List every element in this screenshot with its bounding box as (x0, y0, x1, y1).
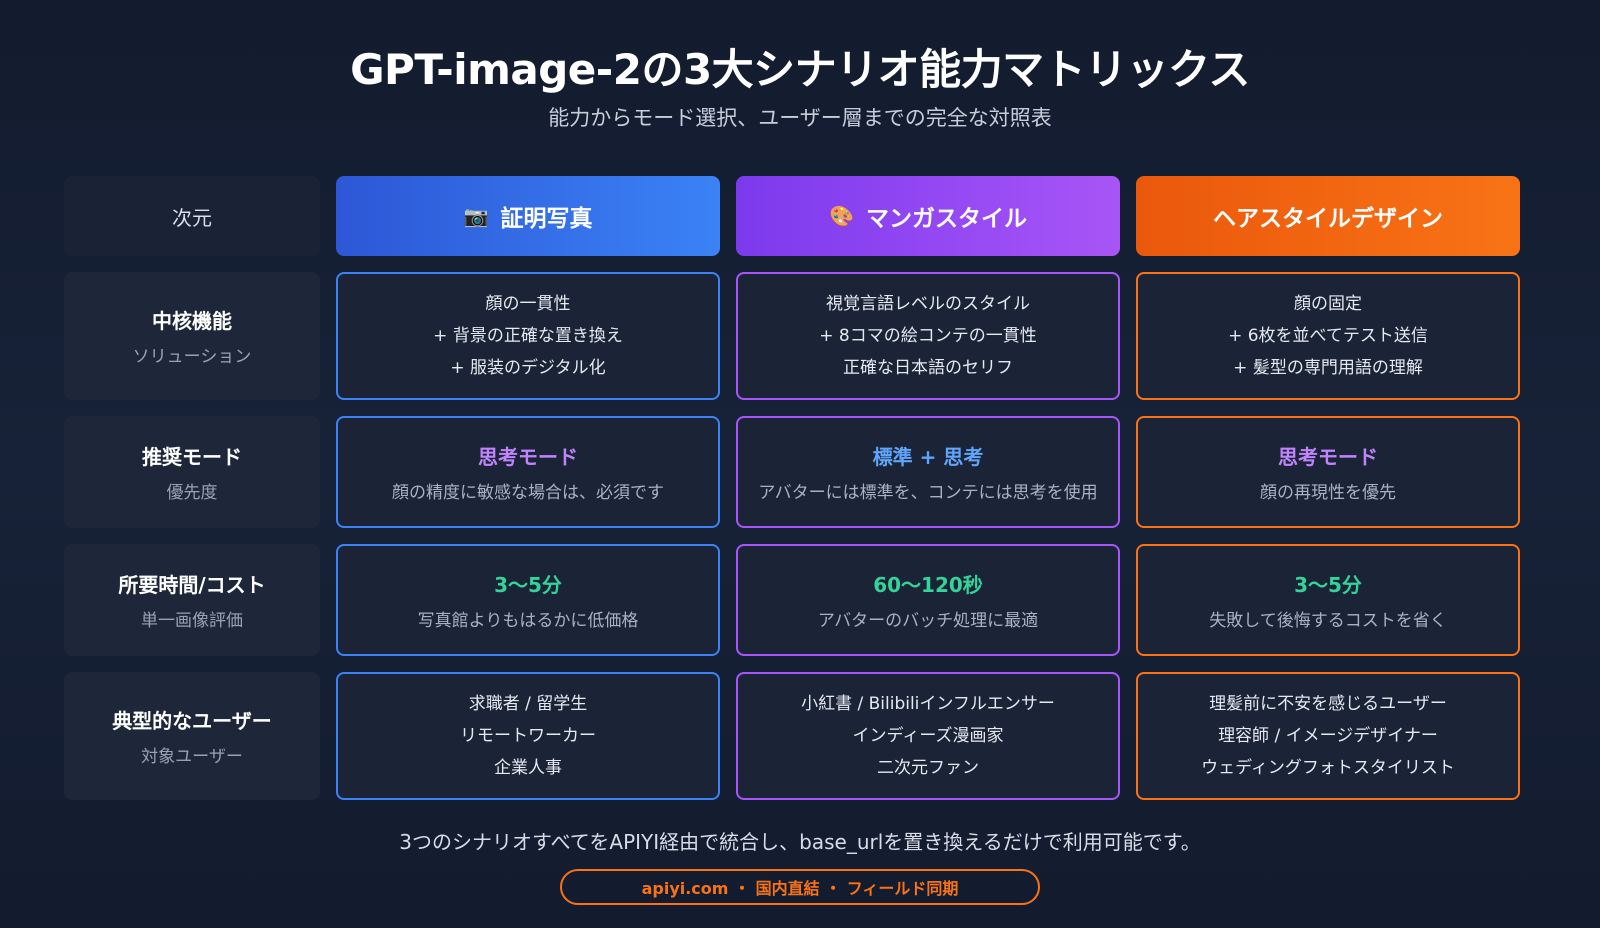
cell-accent: 3〜5分 (1294, 573, 1362, 597)
row-label-main: 典型的なユーザー (112, 709, 272, 733)
cell-desc: 写真館よりもはるかに低価格 (417, 611, 639, 631)
column-header-hairstyle-design: ヘアスタイルデザイン (1136, 176, 1520, 256)
row-label-sub: 優先度 (166, 483, 218, 503)
row-label-typical-users: 典型的なユーザー 対象ユーザー (64, 672, 320, 800)
matrix-cell: 思考モード 顔の精度に敏感な場合は、必須です (336, 416, 720, 528)
matrix-cell: 3〜5分 写真館よりもはるかに低価格 (336, 544, 720, 656)
camera-icon: 📷 (463, 204, 489, 228)
row-label-sub: 対象ユーザー (141, 747, 243, 767)
cell-accent: 思考モード (1278, 445, 1378, 469)
cell-accent: 標準 + 思考 (872, 445, 984, 469)
row-label-sub: ソリューション (132, 347, 252, 367)
row-label-main: 中核機能 (152, 309, 232, 333)
footer-note: 3つのシナリオすべてをAPIYI経由で統合し、base_urlを置き換えるだけで… (399, 830, 1201, 854)
matrix-cell: 顔の固定 + 6枚を並べてテスト送信 + 髪型の専門用語の理解 (1136, 272, 1520, 400)
cell-accent: 3〜5分 (494, 573, 562, 597)
row-label-time-cost: 所要時間/コスト 単一画像評価 (64, 544, 320, 656)
cell-line: + 背景の正確な置き換え (433, 326, 623, 346)
matrix-cell: 顔の一貫性 + 背景の正確な置き換え + 服装のデジタル化 (336, 272, 720, 400)
cell-desc: 顔の精度に敏感な場合は、必須です (392, 483, 664, 503)
row-label-sub: 単一画像評価 (141, 611, 243, 631)
column-header-id-photo: 📷 証明写真 (336, 176, 720, 256)
matrix-cell: 求職者 / 留学生 リモートワーカー 企業人事 (336, 672, 720, 800)
cell-line: 理髪前に不安を感じるユーザー (1209, 694, 1447, 714)
cell-desc: 失敗して後悔するコストを省く (1209, 611, 1447, 631)
page-subtitle: 能力からモード選択、ユーザー層までの完全な対照表 (548, 106, 1052, 130)
cell-line: + 6枚を並べてテスト送信 (1228, 326, 1428, 346)
cell-line: 小紅書 / Bilibiliインフルエンサー (801, 694, 1055, 714)
column-header-manga-style: 🎨 マンガスタイル (736, 176, 1120, 256)
page-title: GPT-image-2の3大シナリオ能力マトリックス (350, 45, 1250, 94)
cell-line: 企業人事 (494, 758, 562, 778)
cell-desc: アバターには標準を、コンテには思考を使用 (758, 483, 1098, 503)
cell-line: 理容師 / イメージデザイナー (1218, 726, 1438, 746)
cell-line: + 8コマの絵コンテの一貫性 (819, 326, 1037, 346)
row-label-recommended-mode: 推奨モード 優先度 (64, 416, 320, 528)
footer-badge: apiyi.com ・ 国内直結 ・ フィールド同期 (560, 869, 1040, 905)
cell-accent: 思考モード (478, 445, 578, 469)
palette-icon: 🎨 (829, 204, 854, 228)
cell-line: + 髪型の専門用語の理解 (1233, 358, 1423, 378)
column-header-label: マンガスタイル (865, 206, 1027, 232)
cell-line: ウェディングフォトスタイリスト (1201, 758, 1455, 778)
cell-line: 顔の固定 (1294, 294, 1362, 314)
row-label-main: 推奨モード (142, 445, 242, 469)
cell-line: 顔の一貫性 (485, 294, 571, 314)
cell-line: 視覚言語レベルのスタイル (826, 294, 1030, 314)
row-label-main: 所要時間/コスト (118, 573, 266, 597)
column-header-label: ヘアスタイルデザイン (1213, 206, 1443, 232)
cell-desc: 顔の再現性を優先 (1260, 483, 1396, 503)
cell-line: 求職者 / 留学生 (468, 694, 588, 714)
matrix-cell: 視覚言語レベルのスタイル + 8コマの絵コンテの一貫性 正確な日本語のセリフ (736, 272, 1120, 400)
row-label-core-function: 中核機能 ソリューション (64, 272, 320, 400)
cell-line: 二次元ファン (877, 758, 979, 778)
dimension-header: 次元 (64, 176, 320, 256)
matrix-cell: 3〜5分 失敗して後悔するコストを省く (1136, 544, 1520, 656)
cell-line: + 服装のデジタル化 (450, 358, 606, 378)
cell-line: リモートワーカー (460, 726, 596, 746)
matrix-cell: 小紅書 / Bilibiliインフルエンサー インディーズ漫画家 二次元ファン (736, 672, 1120, 800)
cell-line: インディーズ漫画家 (852, 726, 1004, 746)
column-header-label: 証明写真 (500, 206, 593, 232)
cell-desc: アバターのバッチ処理に最適 (817, 611, 1039, 631)
matrix-cell: 60〜120秒 アバターのバッチ処理に最適 (736, 544, 1120, 656)
matrix-cell: 理髪前に不安を感じるユーザー 理容師 / イメージデザイナー ウェディングフォト… (1136, 672, 1520, 800)
matrix-cell: 標準 + 思考 アバターには標準を、コンテには思考を使用 (736, 416, 1120, 528)
cell-line: 正確な日本語のセリフ (843, 358, 1013, 378)
capability-matrix: 次元 📷 証明写真 🎨 マンガスタイル ヘアスタイルデザイン 中核機能 ソリュー… (64, 176, 1520, 800)
matrix-cell: 思考モード 顔の再現性を優先 (1136, 416, 1520, 528)
cell-accent: 60〜120秒 (873, 573, 983, 597)
